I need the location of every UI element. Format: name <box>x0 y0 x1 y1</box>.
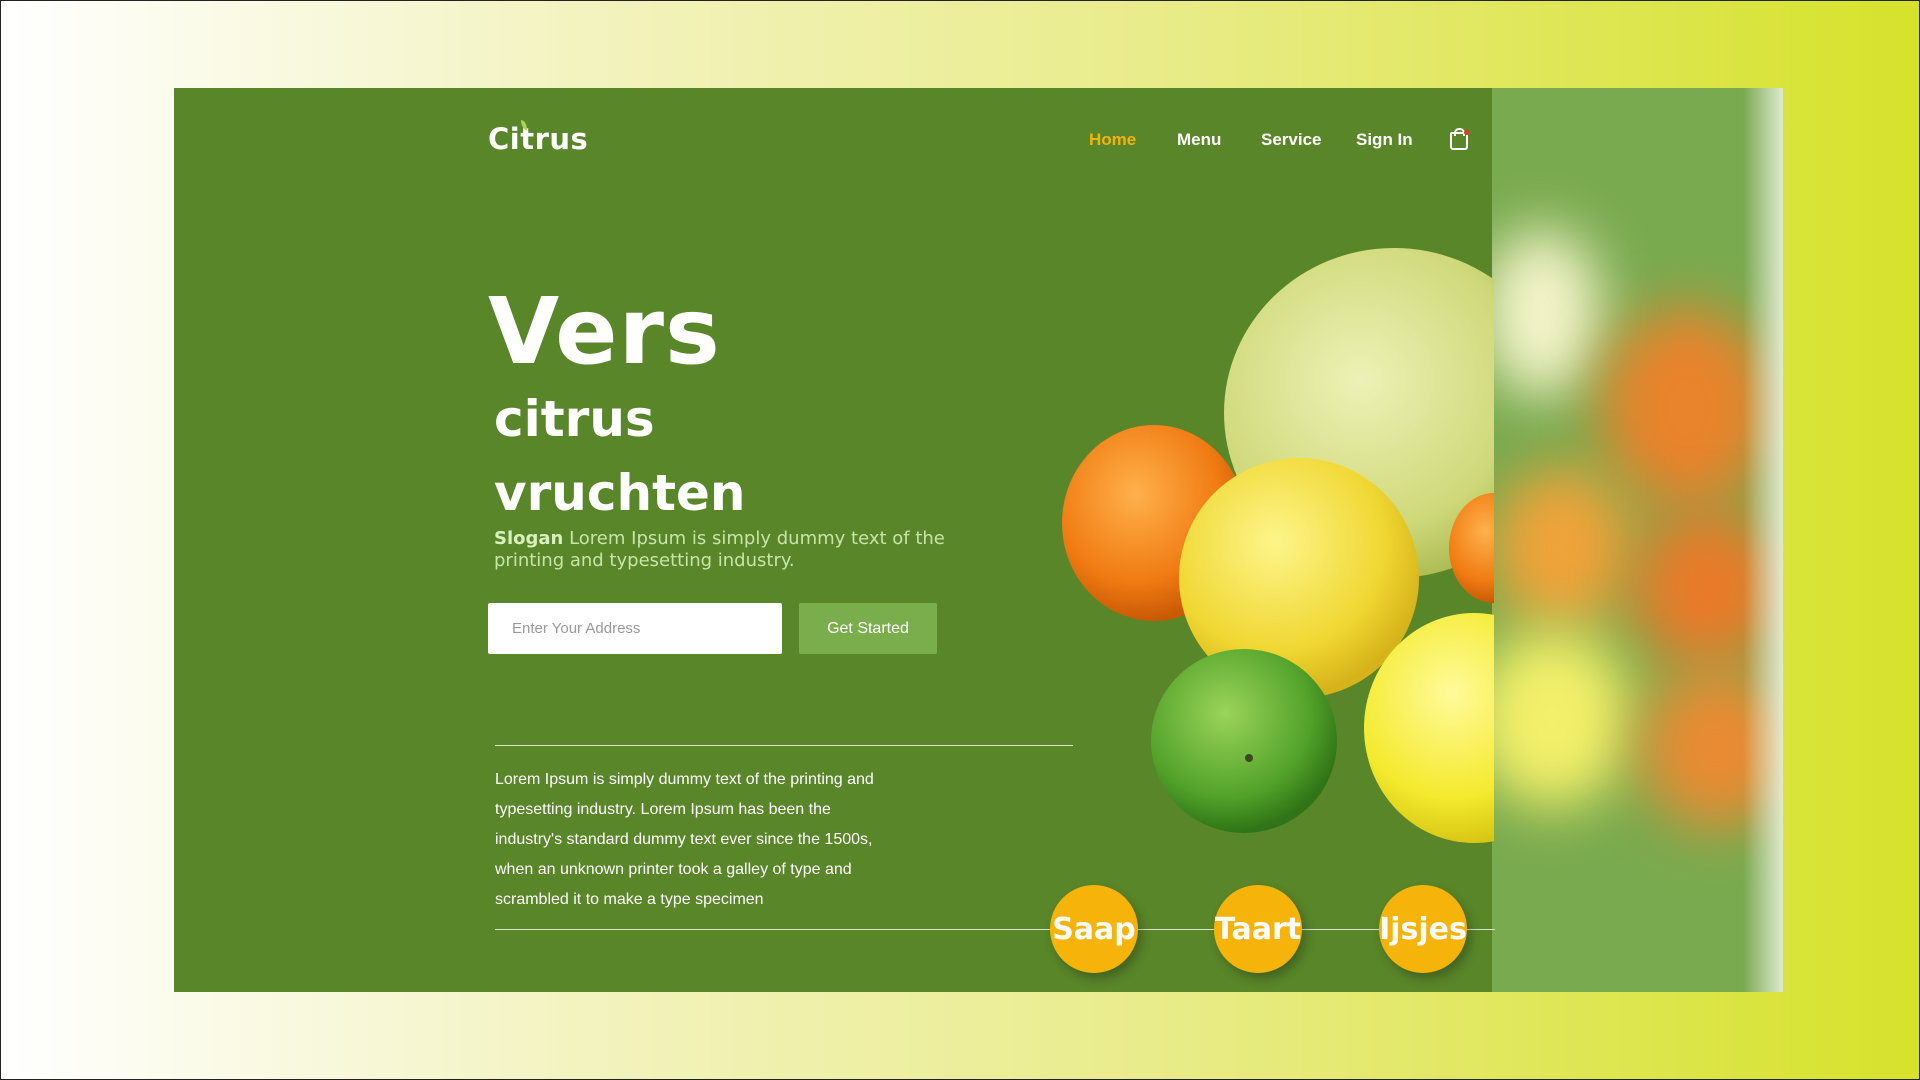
panel-edge-fade <box>1743 88 1783 992</box>
category-taart-button[interactable]: Taart <box>1214 885 1302 973</box>
divider-bottom <box>495 929 1495 930</box>
citrus-fruits-image <box>1062 248 1494 843</box>
address-input[interactable] <box>488 603 782 654</box>
landing-page: Citrus Home Menu Service Sign In Vers ci… <box>174 88 1783 992</box>
brand-logo[interactable]: Citrus <box>488 120 589 156</box>
blurred-preview-panel <box>1492 88 1783 992</box>
lime-stem-dot <box>1245 754 1253 762</box>
nav-menu[interactable]: Menu <box>1177 130 1221 150</box>
slogan-label: Slogan <box>494 528 564 549</box>
brand-name: Citrus <box>488 122 589 156</box>
shopping-bag-icon[interactable] <box>1450 128 1469 150</box>
nav-sign-in[interactable]: Sign In <box>1356 130 1413 150</box>
hero-title-vruchten: vruchten <box>494 464 746 522</box>
description-text: Lorem Ipsum is simply dummy text of the … <box>495 771 874 908</box>
nav-service[interactable]: Service <box>1261 130 1322 150</box>
cart-badge <box>1464 130 1469 135</box>
divider-top <box>495 745 1073 746</box>
hero-slogan: Slogan Lorem Ipsum is simply dummy text … <box>494 528 974 572</box>
category-ijsjes-button[interactable]: Ijsjes <box>1379 885 1467 973</box>
hero-title-vers: Vers <box>488 278 721 385</box>
get-started-button[interactable]: Get Started <box>799 603 937 654</box>
nav-home[interactable]: Home <box>1089 130 1136 150</box>
hero-title-citrus: citrus <box>494 390 655 448</box>
lime-shape <box>1151 649 1337 833</box>
category-saap-button[interactable]: Saap <box>1050 885 1138 973</box>
